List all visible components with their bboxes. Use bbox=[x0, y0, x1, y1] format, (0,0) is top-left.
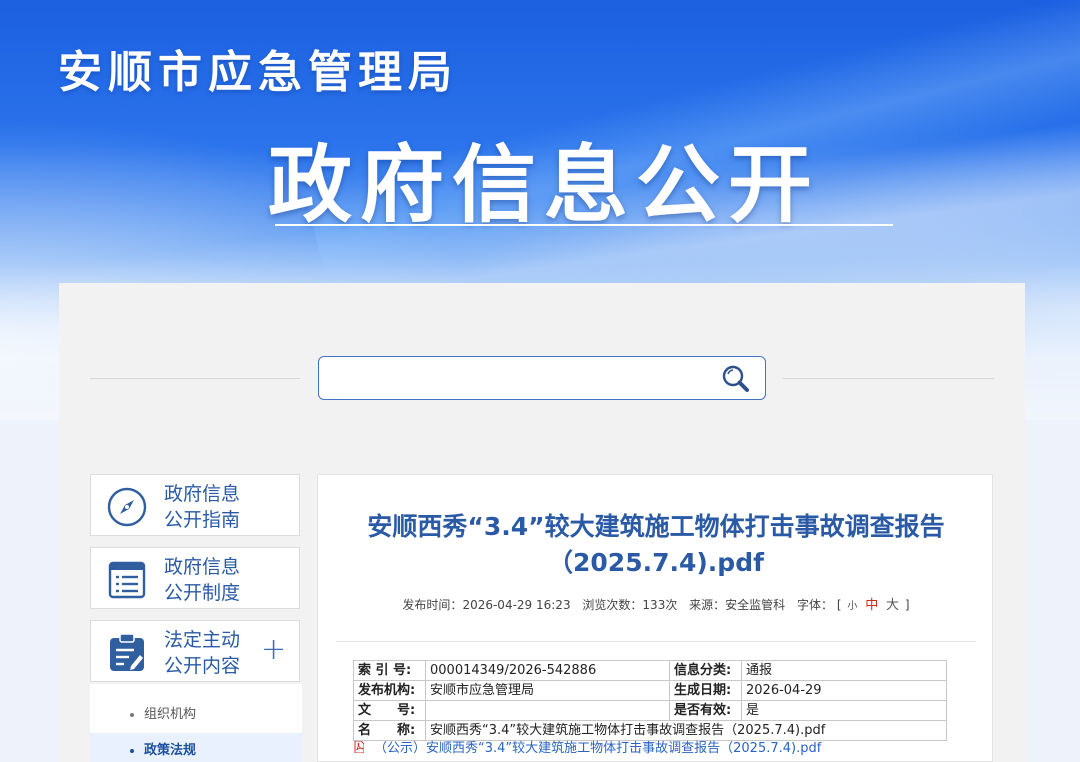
table-row: 文 号: 是否有效: 是 bbox=[353, 700, 947, 721]
sidebar-item-label: 政府信息 公开制度 bbox=[164, 556, 241, 604]
views-label: 浏览次数： bbox=[582, 598, 643, 612]
doc-number-label: 文 号: bbox=[353, 700, 426, 721]
bracket-open: [ bbox=[836, 598, 842, 612]
valid-label: 是否有效: bbox=[669, 700, 742, 721]
pdf-icon bbox=[354, 740, 365, 754]
doc-number-value bbox=[425, 700, 670, 721]
attachment-link[interactable]: （公示）安顺西秀“3.4”较大建筑施工物体打击事故调查报告（2025.7.4).… bbox=[354, 737, 821, 756]
expand-icon[interactable]: + bbox=[261, 635, 286, 665]
sidebar-item-label: 法定主动 公开内容 bbox=[164, 629, 241, 677]
submenu-item-policies[interactable]: 政策法规 bbox=[90, 733, 302, 762]
valid-value: 是 bbox=[741, 700, 947, 721]
publisher-label: 发布机构: bbox=[353, 680, 426, 701]
title-underline bbox=[275, 224, 893, 226]
sidebar-item-label: 政府信息 公开指南 bbox=[164, 483, 241, 531]
category-label: 信息分类: bbox=[669, 660, 742, 681]
date-value: 2026-04-29 bbox=[741, 680, 947, 701]
search-box bbox=[318, 356, 766, 400]
main-panel: 政府信息 公开指南 政府信息 公开制度 法定主动 公开内容 + 组织机构 政策法… bbox=[59, 283, 1025, 762]
date-label: 生成日期: bbox=[669, 680, 742, 701]
font-small-button[interactable]: 小 bbox=[847, 601, 857, 612]
table-row: 索 引 号: 000014349/2026-542886 信息分类: 通报 bbox=[353, 660, 947, 681]
sidebar-item-mandatory-disclosure[interactable]: 法定主动 公开内容 + bbox=[90, 620, 300, 682]
attachment-label: （公示）安顺西秀“3.4”较大建筑施工物体打击事故调查报告（2025.7.4).… bbox=[374, 741, 822, 756]
publish-time: 2026-04-29 16:23 bbox=[462, 598, 571, 612]
content-divider bbox=[336, 641, 976, 642]
section-title: 政府信息公开 bbox=[268, 136, 821, 234]
index-value: 000014349/2026-542886 bbox=[425, 660, 670, 681]
bracket-close: ] bbox=[904, 598, 910, 612]
info-table: 索 引 号: 000014349/2026-542886 信息分类: 通报 发布… bbox=[353, 660, 947, 741]
article-title: 安顺西秀“3.4”较大建筑施工物体打击事故调查报告（2025.7.4).pdf bbox=[367, 512, 945, 577]
submenu-item-organization[interactable]: 组织机构 bbox=[90, 697, 302, 733]
article-meta: 发布时间：2026-04-29 16:23 浏览次数：133次 来源：安全监管科… bbox=[318, 594, 994, 613]
org-name: 安顺市应急管理局 bbox=[58, 47, 458, 98]
article-content: 安顺西秀“3.4”较大建筑施工物体打击事故调查报告（2025.7.4).pdf … bbox=[317, 474, 993, 762]
search-divider-left bbox=[90, 378, 300, 379]
source-label: 来源： bbox=[689, 598, 726, 612]
search-divider-right bbox=[783, 378, 994, 379]
view-count: 133次 bbox=[642, 598, 678, 612]
font-medium-button[interactable]: 中 bbox=[865, 598, 878, 613]
sidebar-submenu: 组织机构 政策法规 bbox=[90, 684, 302, 762]
category-value: 通报 bbox=[741, 660, 947, 681]
index-label: 索 引 号: bbox=[353, 660, 426, 681]
font-size-label: 字体： bbox=[797, 598, 834, 612]
list-icon bbox=[107, 560, 147, 600]
table-row: 发布机构: 安顺市应急管理局 生成日期: 2026-04-29 bbox=[353, 680, 947, 701]
clipboard-icon bbox=[107, 633, 147, 673]
publisher-value: 安顺市应急管理局 bbox=[425, 680, 670, 701]
source-value: 安全监管科 bbox=[725, 598, 786, 612]
search-input[interactable] bbox=[329, 363, 709, 393]
sidebar-item-disclosure-system[interactable]: 政府信息 公开制度 bbox=[90, 547, 300, 609]
font-large-button[interactable]: 大 bbox=[886, 598, 899, 613]
compass-icon bbox=[107, 487, 147, 527]
sidebar-item-disclosure-guide[interactable]: 政府信息 公开指南 bbox=[90, 474, 300, 536]
search-icon[interactable] bbox=[719, 363, 753, 395]
publish-label: 发布时间： bbox=[402, 598, 463, 612]
